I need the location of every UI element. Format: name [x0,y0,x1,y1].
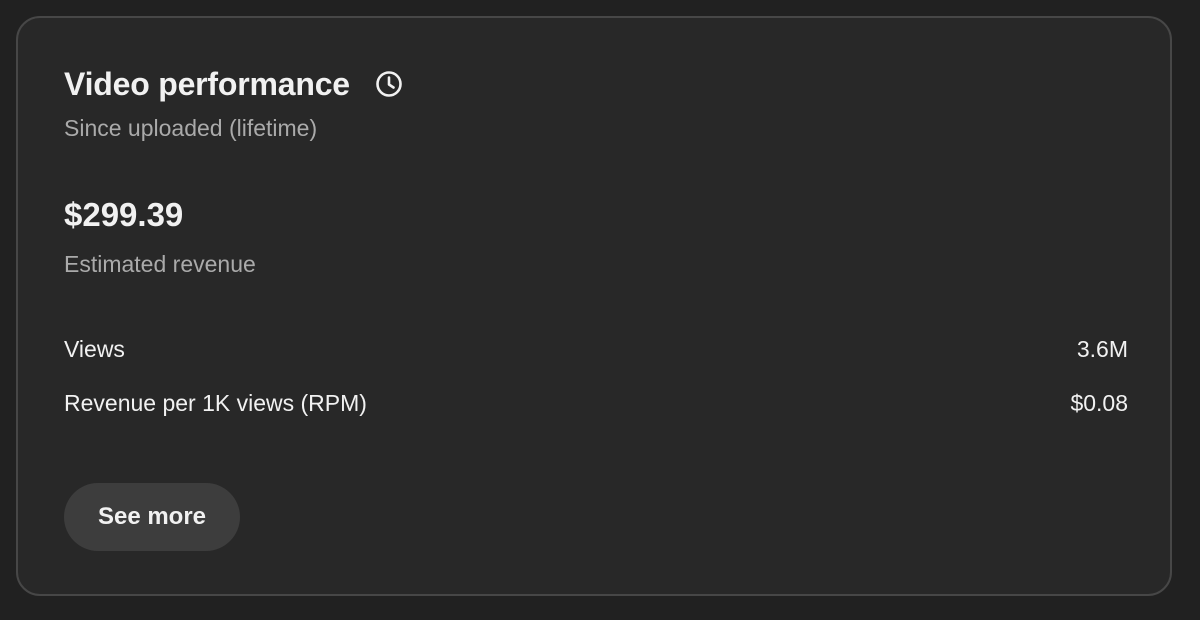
card-header: Video performance [64,64,404,104]
metric-row-rpm: Revenue per 1K views (RPM) $0.08 [64,390,1128,417]
estimated-revenue-value: $299.39 [64,196,184,233]
metric-value-views: 3.6M [1076,336,1128,362]
metric-value-rpm: $0.08 [1070,390,1128,416]
metric-row-views: Views 3.6M [64,336,1128,363]
estimated-revenue-label: Estimated revenue [64,251,256,277]
see-more-button[interactable]: See more [64,483,240,551]
metric-label-views: Views [64,336,125,362]
card-title: Video performance [64,65,350,102]
clock-icon[interactable] [374,69,404,99]
metric-label-rpm: Revenue per 1K views (RPM) [64,390,367,416]
card-subtitle: Since uploaded (lifetime) [64,115,318,141]
video-performance-card: Video performance Since uploaded (lifeti… [16,16,1172,596]
